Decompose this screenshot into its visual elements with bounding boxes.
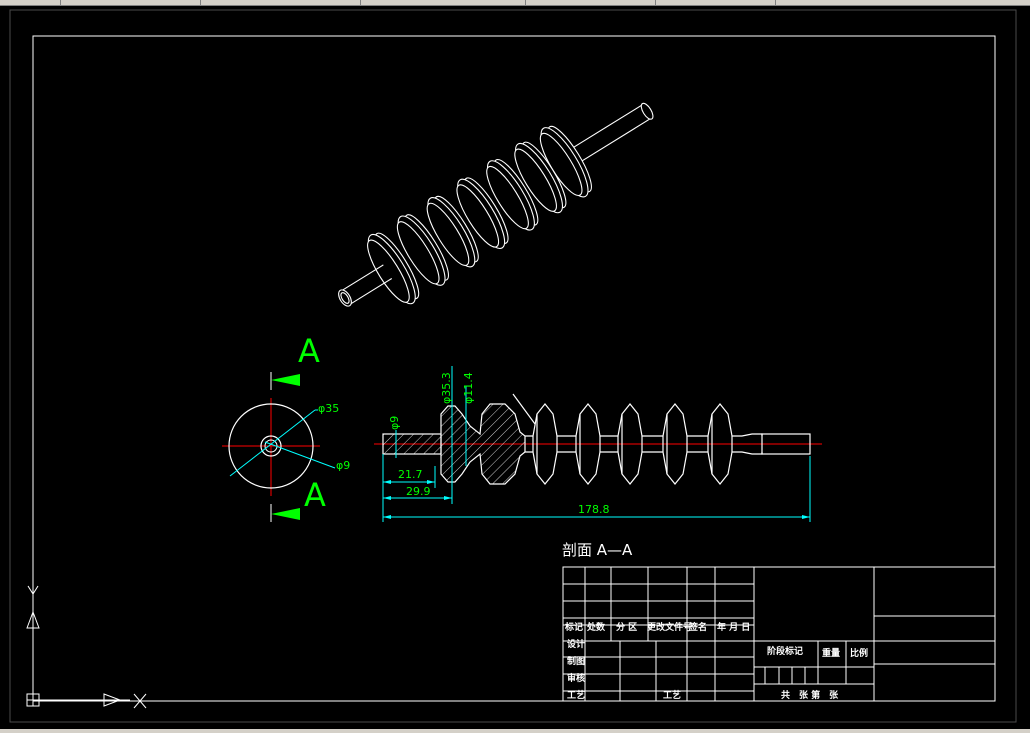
- tb-zone: 分 区: [616, 621, 637, 633]
- dim-text-29: 29.9: [406, 485, 431, 498]
- section-label-bottom: A: [304, 476, 326, 514]
- tb-sign: 签名: [688, 621, 707, 633]
- dim-text-groove: φ11.4: [462, 372, 475, 404]
- toolbar-segment[interactable]: [525, 0, 656, 5]
- tb-design: 设计: [567, 638, 585, 650]
- tb-process2: 工艺: [663, 689, 681, 701]
- dim-arrow-icon: [383, 496, 391, 500]
- dim-text-hole: φ9: [336, 459, 350, 472]
- section-title: 剖面 A—A: [562, 541, 633, 559]
- dim-arrow-icon: [802, 515, 810, 519]
- iso-shaft-end: [640, 102, 654, 120]
- toolbar-segment[interactable]: [0, 0, 61, 5]
- dim-text-21: 21.7: [398, 468, 423, 481]
- ucs-icon: [26, 585, 147, 709]
- tb-count: 处数: [586, 621, 606, 633]
- toolbar-segment[interactable]: [360, 0, 526, 5]
- drawing-limits: [9, 9, 1017, 723]
- tb-date: 年 月 日: [717, 621, 750, 633]
- dim-leader-35: [229, 409, 316, 477]
- dim-text-total: 178.8: [578, 503, 610, 516]
- tb-stage: 阶段标记: [767, 645, 803, 657]
- dim-arrow-icon: [427, 480, 435, 484]
- section-label-top: A: [298, 332, 320, 370]
- title-block-text: 标记 处数 分 区 更改文件号 签名 年 月 日 设计 制图 审核 工艺 工艺 …: [564, 621, 868, 701]
- isometric-worm-view: [338, 102, 654, 307]
- dim-text-flange: φ35.3: [440, 372, 453, 404]
- tb-sheets: 共 张 第 张: [781, 689, 839, 701]
- status-bar-strip: [0, 729, 1030, 733]
- section-teeth-hatched: [440, 403, 526, 485]
- tb-weight: 重量: [822, 647, 840, 659]
- dim-arrow-icon: [383, 515, 391, 519]
- toolbar-segment[interactable]: [200, 0, 361, 5]
- tb-scale: 比例: [850, 647, 868, 659]
- section-shaft-left: [382, 433, 442, 455]
- iso-shaft-edge: [570, 103, 644, 150]
- tb-review: 审核: [567, 672, 585, 684]
- tb-process: 工艺: [567, 689, 585, 701]
- dim-arrow-icon: [383, 480, 391, 484]
- drawing-canvas[interactable]: φ35 φ9 A A 21.7 29.9 178.8 φ9 φ35.3 φ11.…: [0, 6, 1030, 729]
- section-view: 21.7 29.9 178.8 φ9 φ35.3 φ11.4 剖面 A—A: [374, 366, 822, 559]
- tb-doc-no: 更改文件号: [647, 621, 692, 633]
- toolbar-segment[interactable]: [60, 0, 201, 5]
- tb-drafting: 制图: [567, 655, 585, 667]
- title-block: [562, 566, 996, 702]
- end-view: φ35 φ9 A A: [222, 332, 350, 522]
- iso-shaft-edge: [578, 117, 652, 164]
- tb-mark: 标记: [564, 621, 583, 633]
- toolbar-segment[interactable]: [655, 0, 776, 5]
- drawing-frame: [32, 35, 996, 702]
- dim-arrow-icon: [444, 496, 452, 500]
- dim-text-outer: φ35: [318, 402, 339, 415]
- dim-text-shaft: φ9: [388, 416, 401, 430]
